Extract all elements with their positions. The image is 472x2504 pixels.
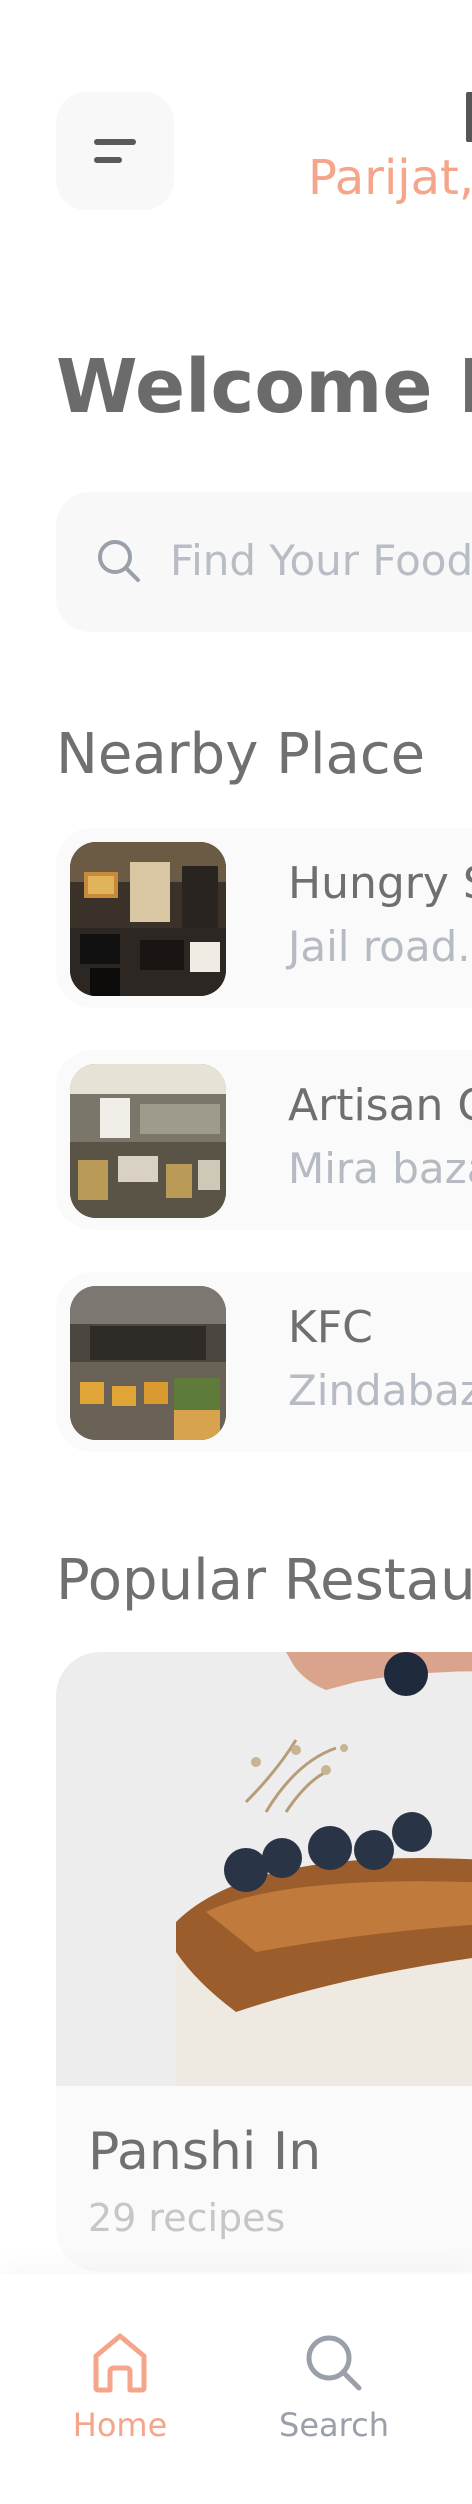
nav-home[interactable]: Home: [40, 2332, 200, 2444]
app-screen: Parijat, Welcome F Find Your Food Nearby…: [0, 0, 472, 2504]
nav-home-label: Home: [72, 2406, 168, 2444]
place-name: Artisan C: [288, 1080, 472, 1131]
menu-icon: [94, 139, 136, 145]
place-name: Hungry S: [288, 858, 472, 909]
location-label-fragment: [466, 92, 472, 142]
search-icon: [306, 2335, 362, 2391]
menu-icon-bar: [94, 157, 122, 163]
welcome-title: Welcome F: [56, 344, 472, 430]
nearby-place-card[interactable]: KFC Zindabaz: [56, 1272, 472, 1452]
place-address: Mira baza: [288, 1144, 472, 1193]
popular-restaurant-card[interactable]: Panshi In 29 recipes: [56, 1652, 472, 2272]
location-text[interactable]: Parijat,: [308, 150, 472, 206]
nav-search-label: Search: [279, 2406, 389, 2444]
app-content: Parijat, Welcome F Find Your Food Nearby…: [0, 0, 472, 2504]
home-icon: [93, 2333, 147, 2393]
nearby-section-title: Nearby Place: [56, 722, 426, 787]
nearby-place-card[interactable]: Artisan C Mira baza: [56, 1050, 472, 1230]
place-thumbnail: [70, 1064, 226, 1218]
place-name: KFC: [288, 1302, 373, 1353]
nav-search[interactable]: Search: [254, 2332, 414, 2444]
recipe-count: 29 recipes: [88, 2196, 286, 2240]
popular-section-title: Popular Restau: [56, 1548, 472, 1613]
search-input[interactable]: Find Your Food: [56, 492, 472, 632]
place-address: Jail road.: [288, 922, 471, 971]
search-placeholder: Find Your Food: [170, 536, 472, 585]
bottom-navigation: Home Search: [0, 2274, 472, 2504]
place-thumbnail: [70, 1286, 226, 1440]
menu-button[interactable]: [56, 92, 174, 210]
restaurant-image: [56, 1652, 472, 2086]
restaurant-name: Panshi In: [88, 2122, 322, 2182]
place-address: Zindabaz: [288, 1366, 472, 1415]
search-icon: [98, 540, 140, 582]
place-thumbnail: [70, 842, 226, 996]
nearby-place-card[interactable]: Hungry S Jail road.: [56, 828, 472, 1008]
